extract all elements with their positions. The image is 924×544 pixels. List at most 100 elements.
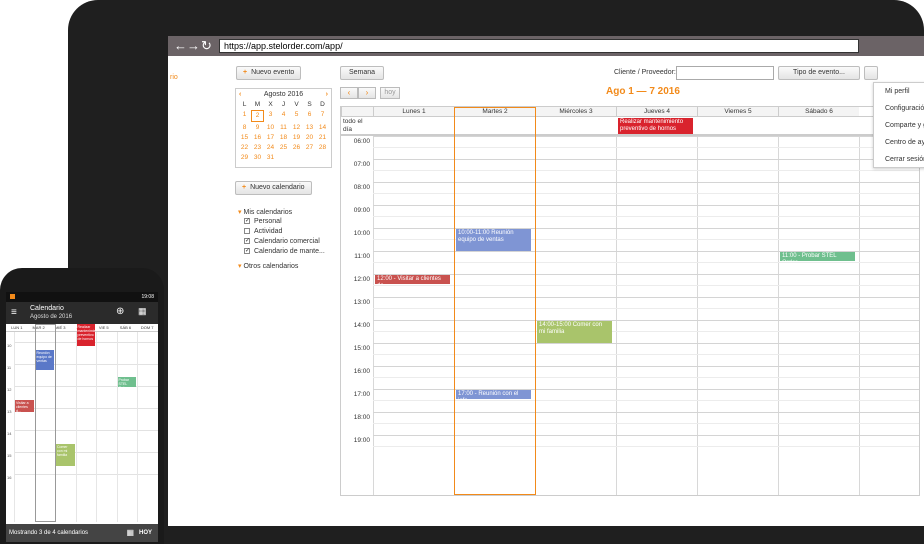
mini-day[interactable]: 1: [238, 110, 251, 121]
hamburger-icon[interactable]: ≡: [11, 308, 17, 318]
calendar-event[interactable]: 17:00 - Reunión con el jefe: [456, 390, 531, 400]
app-notification-icon: [10, 294, 15, 299]
prev-week-icon[interactable]: ‹: [340, 87, 358, 99]
calendar-item[interactable]: Actividad: [244, 226, 325, 236]
today-button[interactable]: hoy: [380, 87, 400, 99]
mini-day[interactable]: 2: [251, 110, 264, 122]
my-calendars-items: ✓ Personal Actividad ✓ Calendario comercial ✓…: [238, 216, 325, 256]
mini-next-icon[interactable]: ›: [326, 91, 328, 98]
phone-calendar-event[interactable]: Probar STEL Order: [117, 377, 136, 387]
mini-day[interactable]: 21: [316, 133, 329, 142]
mini-day[interactable]: 20: [303, 133, 316, 142]
calendar-item-label: Actividad: [254, 227, 283, 235]
mini-day[interactable]: 24: [264, 143, 277, 152]
address-bar[interactable]: https://app.stelorder.com/app/: [219, 39, 859, 53]
mini-day[interactable]: 5: [290, 110, 303, 121]
calendar-grid-icon[interactable]: ▦: [138, 306, 147, 317]
calendar-event[interactable]: 11:00 - Probar STEL Order -: [780, 252, 855, 262]
calendar-item[interactable]: ✓ Calendario comercial: [244, 236, 325, 246]
checkbox[interactable]: ✓: [244, 218, 250, 224]
profile-menu-item[interactable]: Mi perfil: [874, 83, 924, 100]
mini-day[interactable]: 23: [251, 143, 264, 152]
calendar-event[interactable]: 10:00-11:00 Reunión equipo de ventas: [456, 229, 531, 251]
calendar-app: rio + Nuevo evento ‹ Agosto 2016 › LMX J V S…: [168, 56, 924, 526]
phone-hour-label: 14: [7, 431, 12, 436]
mini-day[interactable]: 19: [290, 133, 303, 142]
reload-icon[interactable]: ↻: [200, 39, 213, 53]
profile-menu-item[interactable]: Centro de ayuda: [874, 134, 924, 151]
phone-day-line: [116, 332, 118, 522]
phone-calendar-event[interactable]: Comer con mi familia: [56, 444, 75, 466]
my-calendars-toggle[interactable]: ▾ Mis calendarios: [238, 208, 325, 216]
mini-day[interactable]: 16: [251, 133, 264, 142]
client-input[interactable]: [676, 66, 774, 80]
chevron-down-icon: ▾: [238, 263, 242, 270]
calendar-item[interactable]: ✓ Calendario de mante...: [244, 246, 325, 256]
phone-calendar-event[interactable]: Visitar a clientes d...: [15, 400, 34, 412]
hour-label: 09:00: [353, 207, 370, 214]
mini-day[interactable]: 8: [238, 123, 251, 132]
mini-weekday: S: [307, 101, 312, 108]
calendar-item[interactable]: ✓ Personal: [244, 216, 325, 226]
profile-menu-item[interactable]: Cerrar sesión: [874, 151, 924, 168]
calendar-item-label: Personal: [254, 217, 282, 225]
profile-menu-item[interactable]: Configuración: [874, 100, 924, 117]
calendar-icon[interactable]: ▦: [126, 524, 134, 542]
view-week-button[interactable]: Semana: [340, 66, 384, 80]
event-type-select[interactable]: Tipo de evento...: [778, 66, 860, 80]
hour-label: 06:00: [353, 138, 370, 145]
mini-day[interactable]: 15: [238, 133, 251, 142]
other-calendars-toggle[interactable]: ▾ Otros calendarios: [238, 262, 325, 270]
mini-day[interactable]: 7: [316, 110, 329, 121]
mini-day[interactable]: 14: [316, 123, 329, 132]
checkbox[interactable]: [244, 228, 250, 234]
menu-toggle-button[interactable]: [864, 66, 878, 80]
mini-day[interactable]: 10: [264, 123, 277, 132]
phone-day-label: LUN 1: [11, 325, 23, 330]
mini-calendar-header: ‹ Agosto 2016 ›: [236, 89, 331, 100]
phone-calendar-event[interactable]: Reunión equipo de ventas: [35, 350, 54, 370]
add-icon[interactable]: ⊕: [116, 306, 124, 317]
phone-calendar-event[interactable]: Realizar mantenimiento preventivo de hor…: [76, 324, 95, 346]
checkbox[interactable]: ✓: [244, 248, 250, 254]
mini-day[interactable]: 18: [277, 133, 290, 142]
mini-day[interactable]: 25: [277, 143, 290, 152]
phone-today-button[interactable]: HOY: [139, 524, 152, 542]
mini-day[interactable]: 28: [316, 143, 329, 152]
calendar-event[interactable]: Realizar mantenimiento preventivo de hor…: [618, 118, 693, 134]
mini-day[interactable]: 9: [251, 123, 264, 132]
mini-day[interactable]: 11: [277, 123, 290, 132]
hour-label: 17:00: [353, 391, 370, 398]
mini-day: [290, 153, 303, 162]
profile-menu-item[interactable]: Comparte y gana: [874, 117, 924, 134]
hour-label: 08:00: [353, 184, 370, 191]
mini-day[interactable]: 6: [303, 110, 316, 121]
mini-weekday: X: [268, 101, 273, 108]
new-event-button[interactable]: + Nuevo evento: [236, 66, 302, 80]
phone-hour-label: 16: [7, 475, 12, 480]
forward-icon[interactable]: →: [187, 39, 200, 53]
scene: ← → ↻ https://app.stelorder.com/app/ rio…: [0, 0, 924, 544]
mini-day[interactable]: 4: [277, 110, 290, 121]
mini-day[interactable]: 31: [264, 153, 277, 162]
mini-day[interactable]: 3: [264, 110, 277, 121]
new-calendar-button[interactable]: + Nuevo calendario: [235, 181, 312, 195]
mini-day[interactable]: 12: [290, 123, 303, 132]
mini-day[interactable]: 29: [238, 153, 251, 162]
mini-day[interactable]: 13: [303, 123, 316, 132]
mini-prev-icon[interactable]: ‹: [239, 91, 241, 98]
phone-day-line: [137, 332, 138, 522]
mini-day[interactable]: 17: [264, 133, 277, 142]
calendar-event[interactable]: 14:00-15:00 Comer con mi familia: [537, 321, 612, 343]
next-week-icon[interactable]: ›: [358, 87, 376, 99]
day-column-line: [616, 136, 617, 495]
sidebar-cut-label[interactable]: rio: [170, 74, 178, 81]
back-icon[interactable]: ←: [174, 39, 187, 53]
mini-day[interactable]: 26: [290, 143, 303, 152]
mini-day[interactable]: 22: [238, 143, 251, 152]
chevron-down-icon: ▾: [238, 209, 242, 216]
checkbox[interactable]: ✓: [244, 238, 250, 244]
calendar-event[interactable]: 12:00 - Visitar a clientes de: [375, 275, 450, 285]
mini-day[interactable]: 27: [303, 143, 316, 152]
mini-day[interactable]: 30: [251, 153, 264, 162]
